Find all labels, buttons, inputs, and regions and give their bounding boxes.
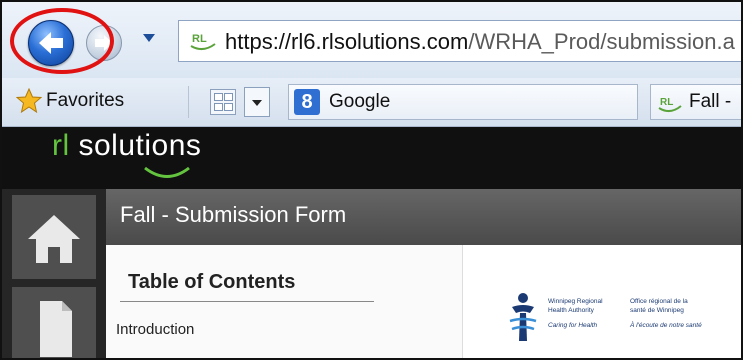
url-scheme: https:// [225, 29, 292, 54]
app-header: rl solutions [2, 127, 741, 189]
screenshot-frame: RL https://rl6.rlsolutions.com/WRHA_Prod… [0, 0, 743, 360]
form-title-bar: Fall - Submission Form [106, 189, 741, 245]
wrha-english-name: Winnipeg Regional Health Authority Carin… [548, 297, 603, 330]
rl-favicon-icon: RL [658, 97, 682, 112]
favorites-button[interactable]: Favorites [46, 90, 124, 112]
tab-list-dropdown[interactable] [244, 87, 270, 117]
wrha-english-line2: Health Authority [548, 307, 594, 314]
url-text: https://rl6.rlsolutions.com/WRHA_Prod/su… [225, 29, 735, 55]
logo-prefix: rl [52, 129, 70, 162]
document-icon [40, 301, 72, 357]
url-path: /WRHA_Prod/submission.a [468, 29, 735, 54]
toolbar-separator [188, 86, 189, 118]
wrha-french-name: Office régional de la santé de Winnipeg … [630, 297, 702, 330]
left-navigation-rail [2, 189, 106, 358]
tab-google[interactable]: 8 Google [288, 84, 638, 120]
wrha-french-tagline: À l'écoute de notre santé [630, 322, 702, 329]
recent-pages-dropdown-icon[interactable] [143, 34, 155, 42]
wrha-emblem-icon [509, 293, 537, 341]
logo-smile-icon [144, 166, 190, 178]
home-nav-button[interactable] [12, 195, 96, 279]
toc-item-introduction[interactable]: Introduction [116, 321, 194, 338]
svg-text:RL: RL [192, 33, 207, 45]
back-button-highlight-circle [10, 8, 114, 74]
form-content: Table of Contents Introduction Winnipeg … [106, 245, 741, 358]
address-bar[interactable]: RL https://rl6.rlsolutions.com/WRHA_Prod… [178, 20, 741, 62]
rl-solutions-logo[interactable]: rl solutions [52, 129, 201, 163]
toc-title: Table of Contents [128, 271, 296, 293]
tab-fall-label: Fall - [689, 91, 732, 112]
quick-tabs-icon[interactable] [210, 89, 236, 115]
url-host: rl6.rlsolutions.com [291, 29, 469, 54]
wrha-logo: Winnipeg Regional Health Authority Carin… [506, 287, 726, 357]
wrha-english-tagline: Caring for Health [548, 322, 598, 329]
wrha-french-line1: Office régional de la [630, 298, 688, 305]
tab-fall[interactable]: RL Fall - [650, 84, 741, 120]
google-icon: 8 [294, 89, 320, 115]
table-of-contents-panel: Table of Contents Introduction [106, 245, 463, 358]
toc-divider [120, 301, 374, 302]
favorites-bar: Favorites 8 Google RL Fall - [2, 78, 741, 127]
home-icon [28, 215, 80, 263]
browser-navigation-bar: RL https://rl6.rlsolutions.com/WRHA_Prod… [2, 2, 741, 78]
favorites-star-icon[interactable] [16, 88, 42, 114]
wrha-french-line2: santé de Winnipeg [630, 307, 684, 314]
wrha-english-line1: Winnipeg Regional [548, 298, 603, 305]
rl-favicon-icon: RL [190, 33, 216, 50]
chevron-down-icon [252, 100, 262, 106]
tab-google-label: Google [329, 91, 391, 112]
svg-text:RL: RL [660, 97, 673, 108]
logo-word: solutions [69, 129, 202, 162]
form-title: Fall - Submission Form [120, 202, 347, 227]
document-nav-button[interactable] [12, 287, 96, 358]
